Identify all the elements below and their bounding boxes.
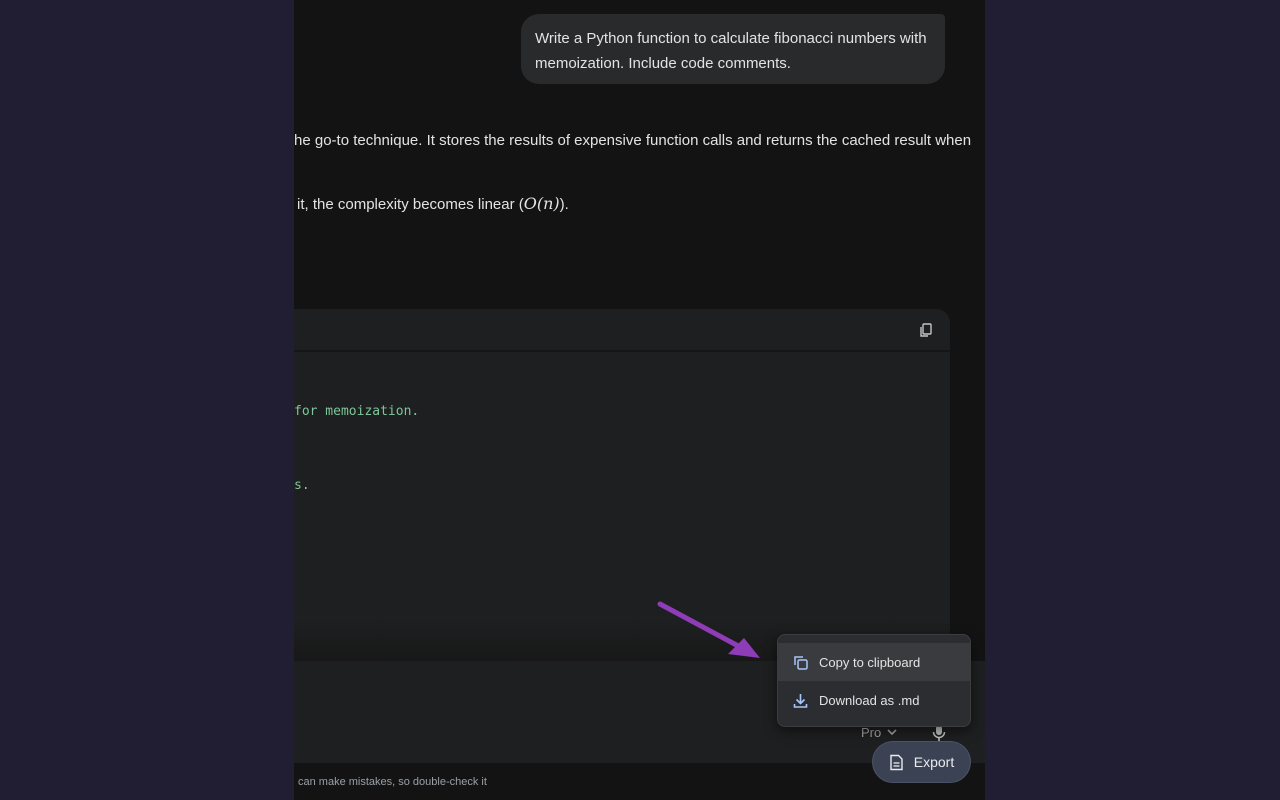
annotation-arrow <box>657 601 760 658</box>
document-icon <box>890 754 903 770</box>
code-line: for memoization. <box>294 404 420 419</box>
copy-code-button[interactable] <box>918 322 934 338</box>
code-block: for memoization. s. <box>294 309 950 661</box>
menu-item-label: Copy to clipboard <box>819 654 921 670</box>
answer-text-suffix: ). <box>559 196 569 213</box>
copy-icon <box>920 323 932 337</box>
math-expression: O(n) <box>523 194 560 213</box>
export-button[interactable]: Export <box>872 741 971 783</box>
code-line: s. <box>294 478 310 493</box>
answer-text-line: it, the complexity becomes linear (O(n))… <box>297 194 569 213</box>
export-menu: Copy to clipboard Download as .md <box>777 634 971 727</box>
chevron-down-icon <box>887 729 897 736</box>
model-label: Pro <box>861 725 882 740</box>
code-block-header <box>294 309 950 352</box>
user-message-bubble: Write a Python function to calculate fib… <box>521 14 945 84</box>
answer-text-line: he go-to technique. It stores the result… <box>294 132 972 149</box>
menu-item-download-md[interactable]: Download as .md <box>778 681 970 719</box>
copy-icon <box>794 655 808 670</box>
download-icon <box>793 693 808 708</box>
menu-item-label: Download as .md <box>819 692 920 708</box>
disclaimer-text: can make mistakes, so double-check it <box>298 776 487 788</box>
model-selector[interactable]: Pro <box>861 725 897 740</box>
answer-text-prefix: it, the complexity becomes linear ( <box>297 196 524 213</box>
menu-item-copy-to-clipboard[interactable]: Copy to clipboard <box>778 643 970 681</box>
export-button-label: Export <box>913 754 955 770</box>
